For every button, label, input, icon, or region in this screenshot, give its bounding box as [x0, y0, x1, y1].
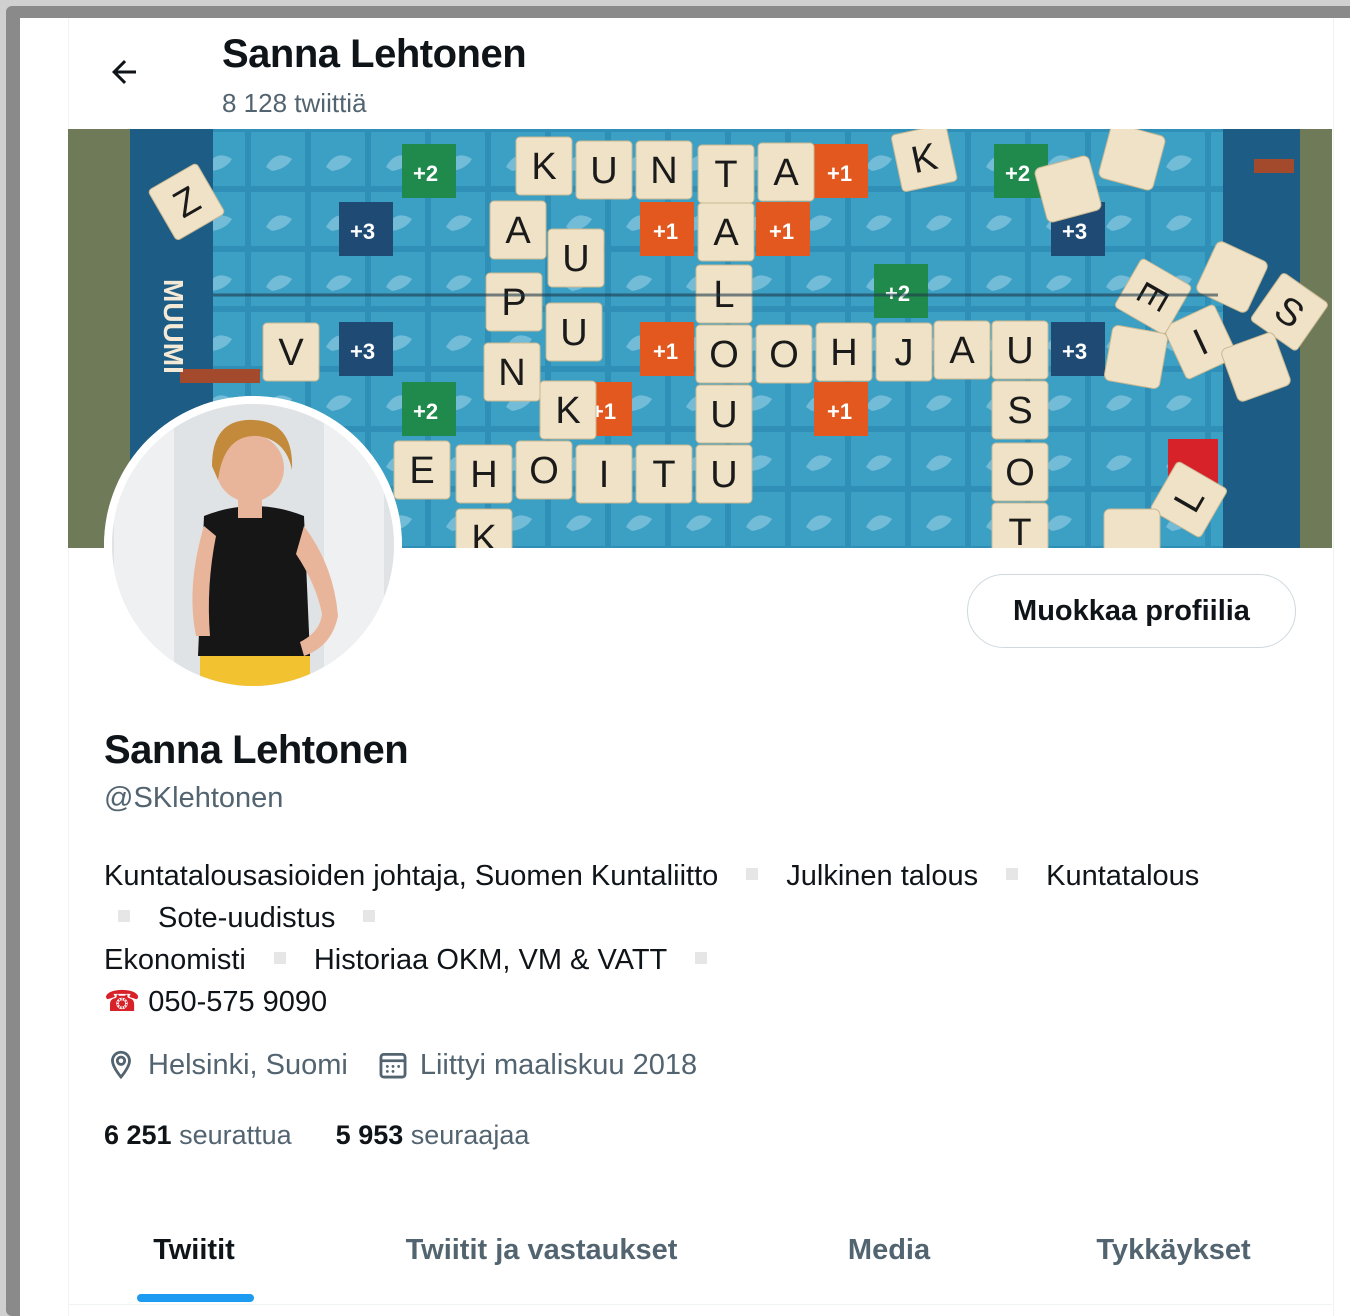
svg-text:I: I — [599, 454, 610, 496]
bio-text: Sote-uudistus — [158, 902, 336, 934]
svg-text:U: U — [1006, 330, 1033, 372]
meta-location: Helsinki, Suomi — [104, 1048, 348, 1082]
followers-link[interactable]: 5 953 seuraajaa — [336, 1120, 530, 1151]
svg-text:H: H — [470, 454, 497, 496]
svg-text:+1: +1 — [653, 339, 678, 364]
bio-phone: 050-575 9090 — [148, 986, 328, 1018]
svg-text:P: P — [501, 282, 526, 324]
tab-tweets[interactable]: Twiitit — [68, 1196, 320, 1304]
bio-text: Kuntatalousasioiden johtaja, Suomen Kunt… — [104, 860, 719, 892]
svg-text:U: U — [710, 394, 737, 436]
arrow-left-icon — [112, 60, 136, 84]
svg-text:+3: +3 — [1062, 219, 1087, 244]
svg-text:+3: +3 — [350, 219, 375, 244]
separator-square — [273, 952, 286, 965]
svg-text:K: K — [531, 146, 556, 188]
bio-phone-line: ☎ 050-575 9090 — [104, 981, 1304, 1023]
location-pin-icon — [111, 1050, 131, 1080]
back-button[interactable] — [100, 48, 148, 96]
svg-text:U: U — [590, 150, 617, 192]
profile-meta: Helsinki, Suomi Liittyi maaliskuu 2018 — [104, 1048, 725, 1082]
separator-square — [1006, 868, 1019, 881]
svg-text:T: T — [714, 154, 737, 196]
followers-count: 5 953 — [335, 1120, 404, 1150]
header-title: Sanna Lehtonen — [222, 32, 527, 76]
followers-label: seuraajaa — [410, 1120, 530, 1150]
profile-name: Sanna Lehtonen — [104, 728, 409, 772]
separator-square — [118, 910, 130, 923]
bio-text: Ekonomisti — [104, 944, 246, 976]
tweet-count: 8 128 twiittiä — [222, 88, 367, 118]
svg-text:+1: +1 — [653, 219, 678, 244]
svg-text:+2: +2 — [413, 399, 438, 424]
profile-tabs: Twiitit Twiitit ja vastaukset Media Tykk… — [68, 1196, 1332, 1305]
svg-text:O: O — [529, 450, 559, 492]
svg-text:O: O — [769, 334, 799, 376]
meta-joined: Liittyi maaliskuu 2018 — [376, 1048, 697, 1082]
svg-text:N: N — [650, 150, 677, 192]
svg-text:+1: +1 — [769, 219, 794, 244]
svg-text:J: J — [895, 332, 914, 374]
svg-text:+2: +2 — [413, 161, 438, 186]
svg-text:O: O — [709, 334, 739, 376]
svg-text:U: U — [710, 454, 737, 496]
bio-text: Julkinen talous — [786, 860, 979, 892]
bio-text: Kuntatalous — [1046, 860, 1200, 892]
svg-text:A: A — [773, 152, 799, 194]
profile-handle: @SKlehtonen — [104, 782, 284, 814]
bio-text: Historiaa OKM, VM & VATT — [313, 944, 668, 976]
svg-text:E: E — [409, 450, 434, 492]
tab-media[interactable]: Media — [763, 1196, 1015, 1304]
separator-square — [363, 910, 376, 923]
svg-text:K: K — [471, 518, 496, 548]
svg-text:T: T — [652, 454, 675, 496]
svg-text:O: O — [1005, 452, 1035, 494]
svg-text:K: K — [555, 390, 580, 432]
svg-text:A: A — [505, 210, 531, 252]
svg-text:+3: +3 — [1062, 339, 1087, 364]
active-tab-indicator — [137, 1294, 254, 1302]
following-count: 6 251 — [104, 1120, 172, 1150]
tab-likes[interactable]: Tykkäykset — [1015, 1196, 1332, 1304]
svg-text:U: U — [560, 312, 587, 354]
following-label: seurattua — [179, 1120, 292, 1150]
svg-text:+2: +2 — [1005, 161, 1030, 186]
svg-text:V: V — [278, 332, 304, 374]
calendar-icon — [379, 1052, 407, 1079]
svg-text:H: H — [830, 332, 857, 374]
profile-avatar[interactable] — [104, 396, 402, 694]
separator-square — [695, 952, 708, 965]
svg-text:S: S — [1007, 390, 1032, 432]
bio-line-2: Sote-uudistus — [104, 897, 1304, 939]
avatar-photo — [104, 396, 402, 694]
svg-text:+1: +1 — [827, 399, 852, 424]
joined-text: Liittyi maaliskuu 2018 — [419, 1048, 698, 1081]
svg-text:A: A — [949, 330, 975, 372]
svg-text:N: N — [498, 352, 525, 394]
edit-profile-button[interactable]: Muokkaa profiilia — [967, 574, 1296, 648]
telephone-icon: ☎ — [104, 986, 141, 1018]
follow-stats: 6 251 seurattua 5 953 seuraajaa — [104, 1120, 573, 1151]
separator-square — [746, 868, 759, 881]
location-text: Helsinki, Suomi — [148, 1048, 348, 1081]
tab-tweets-and-replies[interactable]: Twiitit ja vastaukset — [320, 1196, 763, 1304]
svg-text:U: U — [562, 238, 589, 280]
svg-text:+3: +3 — [350, 339, 375, 364]
following-link[interactable]: 6 251 seurattua — [104, 1120, 292, 1151]
svg-text:+1: +1 — [827, 161, 852, 186]
banner-brand: MUUMI — [158, 279, 189, 374]
svg-text:T: T — [1008, 512, 1031, 548]
svg-text:A: A — [713, 212, 739, 254]
bio-line-1: Kuntatalousasioiden johtaja, Suomen Kunt… — [104, 855, 1304, 897]
bio-line-3: Ekonomisti Historiaa OKM, VM & VATT — [104, 939, 1304, 981]
